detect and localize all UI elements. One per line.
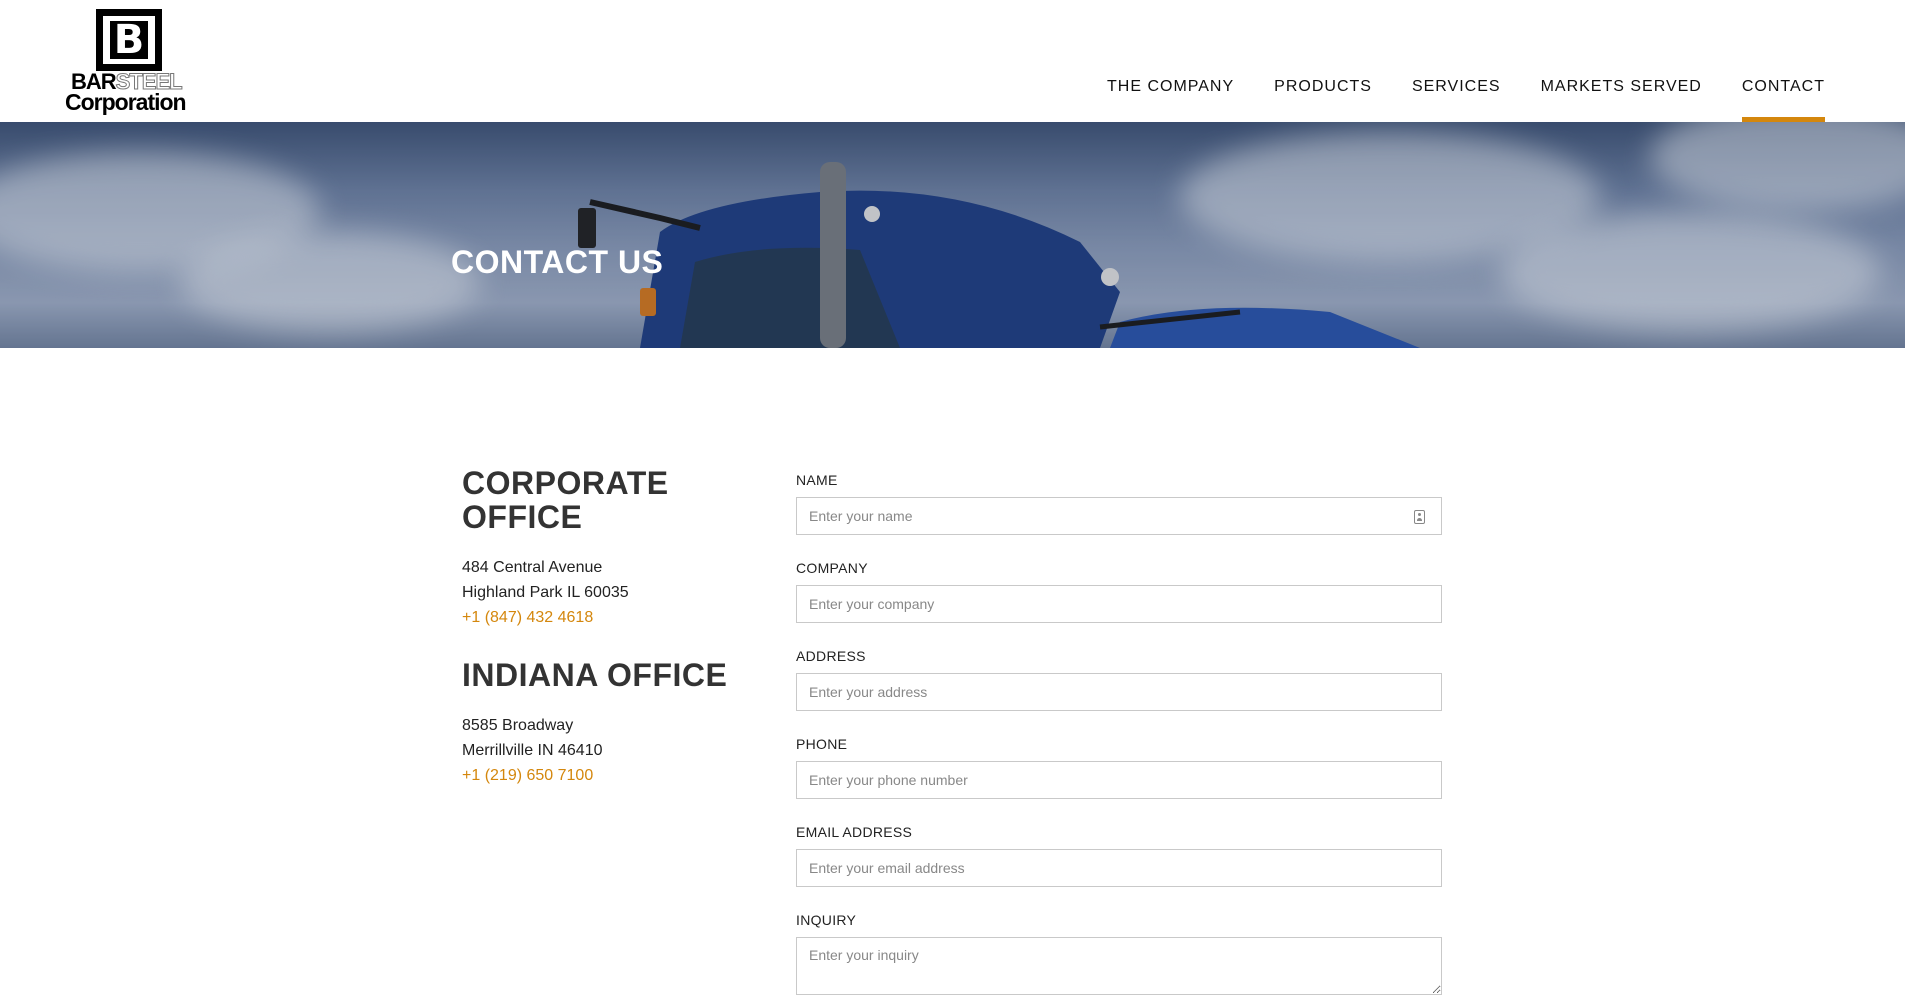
nav-item-services[interactable]: SERVICES: [1412, 78, 1501, 122]
indiana-address-line1: 8585 Broadway: [462, 717, 574, 734]
indiana-phone-link[interactable]: +1 (219) 650 7100: [462, 763, 593, 788]
barsteel-logo[interactable]: B BARSTEEL Corporation: [65, 9, 200, 115]
company-input[interactable]: [796, 585, 1442, 623]
nav-item-products[interactable]: PRODUCTS: [1274, 78, 1372, 122]
contact-card-icon[interactable]: [1414, 510, 1425, 524]
logo-corporation-text: Corporation: [65, 89, 187, 115]
inquiry-textarea[interactable]: [796, 937, 1442, 995]
logo-mark: B: [96, 9, 162, 71]
address-input[interactable]: [796, 673, 1442, 711]
corporate-address-line1: 484 Central Avenue: [462, 559, 603, 576]
nav-item-the-company[interactable]: THE COMPANY: [1107, 78, 1234, 122]
corporate-office-heading: CORPORATE OFFICE: [462, 465, 669, 535]
phone-label: PHONE: [796, 736, 848, 752]
nav-item-markets-served[interactable]: MARKETS SERVED: [1541, 78, 1702, 122]
indiana-office-heading: INDIANA OFFICE: [462, 657, 728, 693]
phone-input[interactable]: [796, 761, 1442, 799]
page-title: CONTACT US: [451, 244, 664, 280]
email-label: EMAIL ADDRESS: [796, 824, 913, 840]
company-label: COMPANY: [796, 560, 868, 576]
indiana-address-line2: Merrillville IN 46410: [462, 742, 603, 759]
logo-letter: B: [110, 20, 148, 60]
main-nav: THE COMPANY PRODUCTS SERVICES MARKETS SE…: [1067, 78, 1826, 122]
hero-banner: CONTACT US: [0, 122, 1905, 348]
nav-item-contact[interactable]: CONTACT: [1741, 78, 1826, 122]
corporate-address-line2: Highland Park IL 60035: [462, 584, 629, 601]
corporate-phone-link[interactable]: +1 (847) 432 4618: [462, 605, 593, 630]
name-label: NAME: [796, 472, 838, 488]
address-label: ADDRESS: [796, 648, 866, 664]
email-input[interactable]: [796, 849, 1442, 887]
site-header: B BARSTEEL Corporation THE COMPANY PRODU…: [0, 0, 1905, 122]
name-input[interactable]: [796, 497, 1442, 535]
inquiry-label: INQUIRY: [796, 912, 857, 928]
